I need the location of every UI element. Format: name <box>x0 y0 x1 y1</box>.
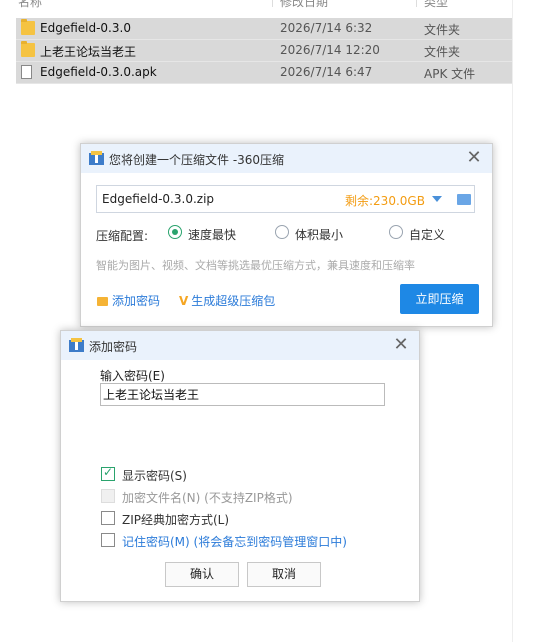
add-password-link[interactable]: 添加密码 <box>97 292 160 309</box>
compress-config-label: 压缩配置: <box>96 229 149 243</box>
file-type: APK 文件 <box>424 67 476 81</box>
column-name[interactable]: 名称 <box>18 0 42 10</box>
file-icon <box>21 65 32 79</box>
file-type: 文件夹 <box>424 45 461 59</box>
scroll-track[interactable] <box>512 0 513 642</box>
checkbox-icon <box>101 489 115 503</box>
file-type: 文件夹 <box>424 23 461 37</box>
file-name: 上老王论坛当老王 <box>40 45 137 59</box>
radio-label[interactable]: 体积最小 <box>295 226 343 243</box>
file-date: 2026/7/14 6:47 <box>280 65 373 79</box>
checkbox-label[interactable]: ZIP经典加密方式(L) <box>122 511 229 528</box>
column-divider[interactable] <box>272 0 273 7</box>
checkbox-label: 加密文件名(N) (不支持ZIP格式) <box>122 491 293 505</box>
file-name: Edgefield-0.3.0.apk <box>40 65 157 79</box>
checkbox-label[interactable]: 记住密码(M) (将会备忘到密码管理窗口中) <box>122 533 347 550</box>
close-icon[interactable]: ✕ <box>391 335 411 355</box>
dropdown-arrow-icon[interactable] <box>432 196 442 202</box>
radio-selected-icon[interactable] <box>168 225 182 239</box>
add-password-label[interactable]: 添加密码 <box>112 294 160 308</box>
column-header: 名称 修改日期 类型 <box>0 0 550 11</box>
checkbox-icon[interactable] <box>101 533 115 547</box>
checkbox-checked-icon[interactable] <box>101 465 115 481</box>
360zip-app-icon <box>89 151 104 165</box>
checkbox-label[interactable]: 显示密码(S) <box>122 467 187 484</box>
column-divider[interactable] <box>416 0 417 7</box>
radio-icon[interactable] <box>389 225 403 239</box>
file-name: Edgefield-0.3.0 <box>40 21 131 35</box>
column-modified[interactable]: 修改日期 <box>280 0 328 10</box>
compress-hint-text: 智能为图片、视频、文档等挑选最优压缩方式，兼具速度和压缩率 <box>96 259 415 272</box>
radio-icon[interactable] <box>275 225 289 239</box>
file-date: 2026/7/14 6:32 <box>280 21 373 35</box>
browse-folder-icon[interactable] <box>457 194 471 205</box>
file-row[interactable]: 上老王论坛当老王 2026/7/14 12:20 文件夹 <box>16 40 512 62</box>
file-date: 2026/7/14 12:20 <box>280 43 380 57</box>
password-titlebar[interactable]: 添加密码 ✕ <box>61 331 419 360</box>
folder-icon <box>21 19 35 35</box>
lock-icon <box>97 297 108 306</box>
add-password-dialog: 添加密码 ✕ 输入密码(E) 显示密码(S) 加密文件名(N) (不支持ZIP格… <box>60 330 420 602</box>
compress-titlebar[interactable]: 您将创建一个压缩文件 -360压缩 ✕ <box>81 144 492 173</box>
radio-label[interactable]: 自定义 <box>409 226 445 243</box>
super-package-label[interactable]: 生成超级压缩包 <box>191 294 275 308</box>
radio-label[interactable]: 速度最快 <box>188 226 236 243</box>
folder-icon <box>21 41 35 57</box>
archive-path-field[interactable]: Edgefield-0.3.0.zip 剩余:230.0GB <box>96 185 475 213</box>
compress-dialog: 您将创建一个压缩文件 -360压缩 ✕ Edgefield-0.3.0.zip … <box>80 143 493 327</box>
free-space-label: 剩余:230.0GB <box>345 194 425 208</box>
file-row[interactable]: Edgefield-0.3.0 2026/7/14 6:32 文件夹 <box>16 18 512 40</box>
checkbox-icon[interactable] <box>101 511 115 525</box>
archive-path-value[interactable]: Edgefield-0.3.0.zip <box>102 192 214 206</box>
360zip-app-icon <box>69 338 84 352</box>
dialog-title: 您将创建一个压缩文件 -360压缩 <box>109 153 285 167</box>
close-icon[interactable]: ✕ <box>464 148 484 168</box>
column-type[interactable]: 类型 <box>424 0 448 10</box>
dialog-title: 添加密码 <box>89 340 138 354</box>
cancel-button[interactable]: 取消 <box>247 562 321 587</box>
vip-icon: V <box>179 294 189 308</box>
password-input[interactable] <box>100 383 385 406</box>
compress-now-button[interactable]: 立即压缩 <box>400 284 479 314</box>
password-input-label: 输入密码(E) <box>100 369 165 383</box>
file-row[interactable]: Edgefield-0.3.0.apk 2026/7/14 6:47 APK 文… <box>16 62 512 84</box>
super-package-link[interactable]: V 生成超级压缩包 <box>179 292 275 309</box>
file-list: Edgefield-0.3.0 2026/7/14 6:32 文件夹 上老王论坛… <box>16 18 512 84</box>
confirm-button[interactable]: 确认 <box>165 562 239 587</box>
